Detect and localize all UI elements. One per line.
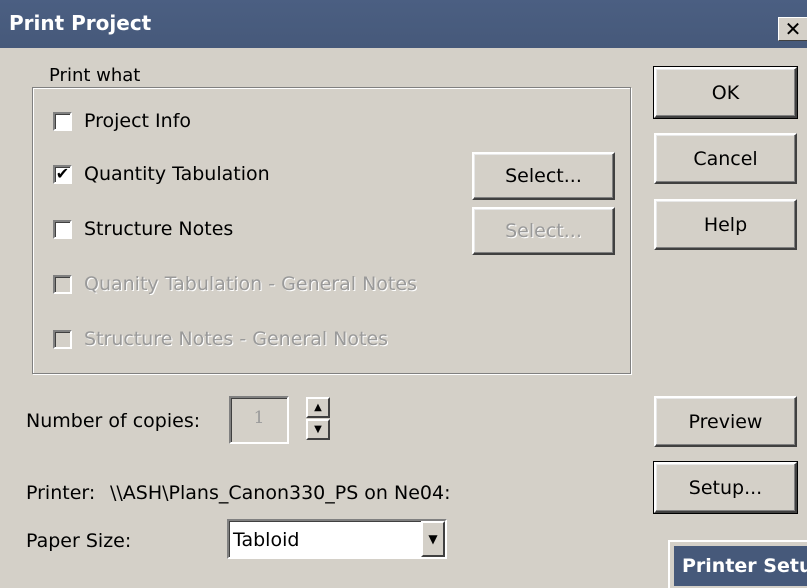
print-project-dialog: Print Project ✕ Print what Project Info … (0, 0, 807, 588)
quantity-tabulation-label[interactable]: Quantity Tabulation (84, 163, 270, 185)
project-info-checkbox[interactable] (53, 112, 72, 131)
copies-label: Number of copies: (26, 410, 201, 432)
setup-button[interactable]: Setup... (653, 461, 798, 514)
copies-value: 1 (253, 408, 265, 428)
printer-name: \\ASH\Plans_Canon330_PS on Ne04: (110, 482, 451, 504)
check-icon: ✔ (55, 164, 70, 183)
quantity-general-notes-label: Quanity Tabulation - General Notes (84, 273, 417, 295)
preview-button[interactable]: Preview (654, 396, 797, 447)
close-icon[interactable]: ✕ (778, 17, 807, 41)
cancel-button[interactable]: Cancel (654, 133, 797, 184)
printer-setup-title: Printer Setup (674, 546, 807, 586)
dialog-title: Print Project (9, 11, 152, 35)
spin-up-icon[interactable]: ▲ (306, 397, 330, 418)
help-button[interactable]: Help (654, 199, 797, 250)
structure-general-notes-label: Structure Notes - General Notes (84, 328, 389, 350)
dropdown-arrow-icon[interactable]: ▼ (421, 521, 445, 557)
spin-down-icon[interactable]: ▼ (306, 419, 330, 440)
structure-notes-label[interactable]: Structure Notes (84, 218, 233, 240)
paper-size-label: Paper Size: (26, 530, 132, 552)
title-bar[interactable]: Print Project ✕ (0, 0, 807, 48)
structure-general-notes-checkbox[interactable] (53, 330, 72, 349)
print-what-legend: Print what (44, 65, 146, 86)
select-quantity-button[interactable]: Select... (472, 152, 615, 200)
printer-label: Printer: (26, 482, 96, 504)
paper-size-value: Tabloid (233, 529, 300, 551)
project-info-label[interactable]: Project Info (84, 110, 191, 132)
printer-setup-window: Printer Setup (668, 540, 807, 588)
quantity-general-notes-checkbox[interactable] (53, 275, 72, 294)
quantity-tabulation-checkbox[interactable]: ✔ (53, 165, 72, 184)
ok-button[interactable]: OK (653, 66, 798, 119)
structure-notes-checkbox[interactable] (53, 220, 72, 239)
select-structure-notes-button[interactable]: Select... (472, 207, 615, 255)
